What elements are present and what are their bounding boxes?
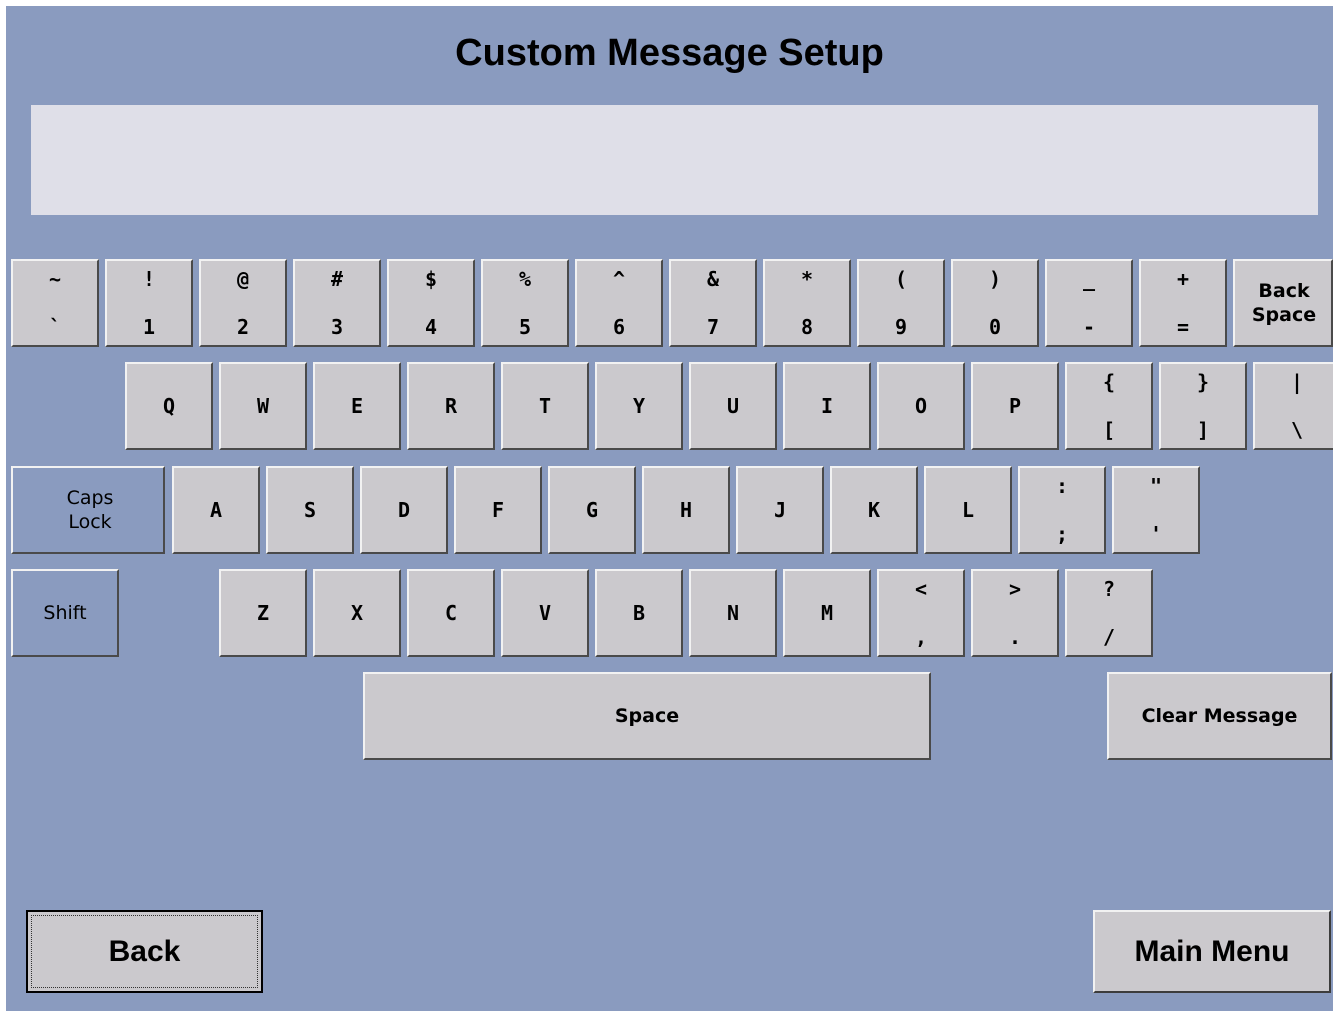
caps-lock-key[interactable]: Caps Lock: [11, 466, 165, 554]
message-input[interactable]: [31, 105, 1318, 215]
key-minus[interactable]: _ -: [1045, 259, 1133, 347]
key-q[interactable]: Q: [125, 362, 213, 450]
keyboard-screen: Custom Message Setup ~ ` ! 1 @2 #3 $4 % 5 ^…: [6, 6, 1333, 1011]
key-less-than[interactable]: <,: [877, 569, 965, 657]
key-o[interactable]: O: [877, 362, 965, 450]
key-v[interactable]: V: [501, 569, 589, 657]
key-1[interactable]: ! 1: [105, 259, 193, 347]
key-t[interactable]: T: [501, 362, 589, 450]
key-5[interactable]: % 5: [481, 259, 569, 347]
key-l[interactable]: L: [924, 466, 1012, 554]
key-greater-than[interactable]: >.: [971, 569, 1059, 657]
page-title: Custom Message Setup: [455, 32, 884, 74]
key-0[interactable]: ) 0: [951, 259, 1039, 347]
clear-message-button[interactable]: Clear Message: [1107, 672, 1332, 760]
main-menu-button[interactable]: Main Menu: [1093, 910, 1331, 993]
key-z[interactable]: Z: [219, 569, 307, 657]
key-e[interactable]: E: [313, 362, 401, 450]
key-question[interactable]: ? /: [1065, 569, 1153, 657]
key-d[interactable]: D: [360, 466, 448, 554]
key-x[interactable]: X: [313, 569, 401, 657]
key-tilde[interactable]: ~ `: [11, 259, 99, 347]
key-r[interactable]: R: [407, 362, 495, 450]
key-m[interactable]: M: [783, 569, 871, 657]
key-9[interactable]: (9: [857, 259, 945, 347]
key-j[interactable]: J: [736, 466, 824, 554]
key-s[interactable]: S: [266, 466, 354, 554]
shift-key[interactable]: Shift: [11, 569, 119, 657]
key-6[interactable]: ^ 6: [575, 259, 663, 347]
key-2[interactable]: @2: [199, 259, 287, 347]
key-y[interactable]: Y: [595, 362, 683, 450]
backspace-key[interactable]: Back Space: [1233, 259, 1333, 347]
key-quote[interactable]: " ': [1112, 466, 1200, 554]
key-pipe[interactable]: | \: [1253, 362, 1333, 450]
key-8[interactable]: * 8: [763, 259, 851, 347]
key-f[interactable]: F: [454, 466, 542, 554]
key-h[interactable]: H: [642, 466, 730, 554]
key-left-brace[interactable]: {[: [1065, 362, 1153, 450]
space-key[interactable]: Space: [363, 672, 931, 760]
key-i[interactable]: I: [783, 362, 871, 450]
key-p[interactable]: P: [971, 362, 1059, 450]
key-b[interactable]: B: [595, 569, 683, 657]
key-c[interactable]: C: [407, 569, 495, 657]
key-w[interactable]: W: [219, 362, 307, 450]
key-3[interactable]: #3: [293, 259, 381, 347]
key-right-brace[interactable]: }]: [1159, 362, 1247, 450]
key-equals[interactable]: + =: [1139, 259, 1227, 347]
key-k[interactable]: K: [830, 466, 918, 554]
key-u[interactable]: U: [689, 362, 777, 450]
key-n[interactable]: N: [689, 569, 777, 657]
key-g[interactable]: G: [548, 466, 636, 554]
key-colon[interactable]: :;: [1018, 466, 1106, 554]
key-a[interactable]: A: [172, 466, 260, 554]
key-7[interactable]: & 7: [669, 259, 757, 347]
back-button[interactable]: Back: [26, 910, 263, 993]
key-4[interactable]: $4: [387, 259, 475, 347]
